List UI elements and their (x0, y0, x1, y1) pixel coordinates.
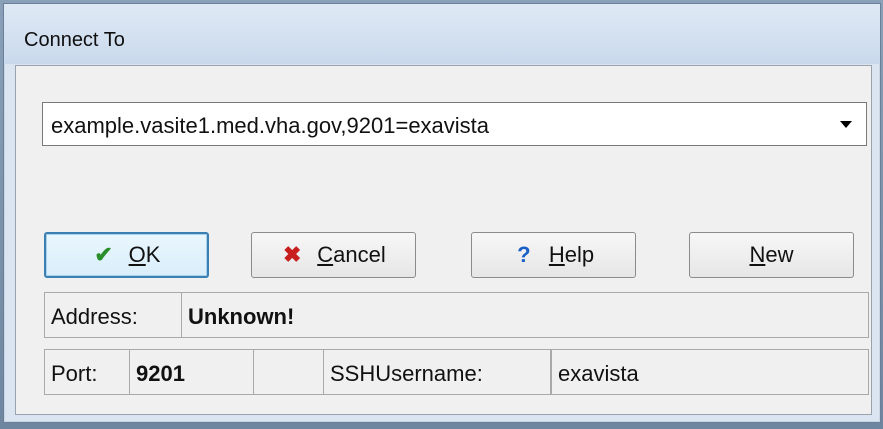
ssh-label-box: SSHUsername: (323, 349, 551, 395)
question-mark-icon: ? (517, 242, 531, 267)
address-value-box: Unknown! (181, 292, 869, 338)
new-button-label: New (749, 242, 794, 267)
help-button-label: Help (548, 242, 595, 267)
address-row: Address: Unknown! (44, 292, 869, 338)
port-label: Port: (51, 361, 98, 386)
cancel-button-label: Cancel (317, 242, 386, 267)
ok-button-label: OK (128, 242, 161, 267)
dropdown-arrow-icon[interactable] (840, 121, 852, 128)
connect-to-dialog: Connect To example.vasite1.med.vha.gov,9… (3, 3, 881, 423)
server-select-value: example.vasite1.med.vha.gov,9201=exavist… (51, 113, 490, 138)
checkmark-icon: ✔ (94, 242, 113, 267)
ssh-username-value: exavista (558, 361, 639, 386)
dialog-titlebar[interactable]: Connect To (4, 4, 880, 64)
dialog-title: Connect To (24, 29, 125, 51)
ok-button[interactable]: ✔ OK (44, 232, 209, 278)
port-ssh-row: Port: 9201 SSHUsername: exavista (44, 349, 869, 395)
server-select[interactable]: example.vasite1.med.vha.gov,9201=exavist… (42, 102, 867, 146)
port-value: 9201 (136, 361, 185, 386)
address-value: Unknown! (188, 304, 295, 329)
new-button[interactable]: New (689, 232, 854, 278)
address-label: Address: (51, 304, 138, 329)
close-icon: ✖ (283, 242, 302, 267)
dialog-client-area: example.vasite1.med.vha.gov,9201=exavist… (15, 65, 872, 415)
ssh-value-box: exavista (551, 349, 869, 395)
ssh-username-label: SSHUsername: (330, 361, 483, 386)
help-button[interactable]: ? Help (471, 232, 636, 278)
port-value-box: 9201 (129, 349, 254, 395)
cancel-button[interactable]: ✖ Cancel (251, 232, 416, 278)
